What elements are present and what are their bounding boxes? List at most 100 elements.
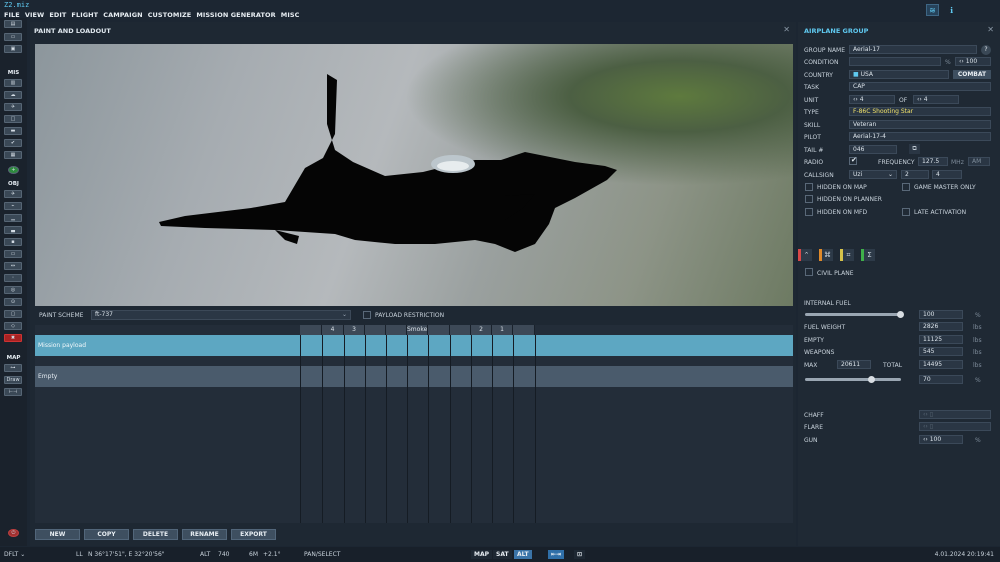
payload-row[interactable]: Empty	[35, 366, 793, 387]
copy-button[interactable]: COPY	[84, 529, 129, 540]
menu-customize[interactable]: CUSTOMIZE	[148, 11, 192, 20]
menu-edit[interactable]: EDIT	[49, 11, 66, 20]
load-slider-knob[interactable]	[868, 376, 876, 383]
menu-misc[interactable]: MISC	[281, 11, 300, 20]
condition-stepper[interactable]: ‹› 100	[955, 57, 991, 66]
delete-unit-icon[interactable]: ✖	[4, 334, 22, 342]
civil-plane-checkbox[interactable]	[805, 268, 813, 276]
condition-slider[interactable]	[849, 57, 941, 66]
power-icon[interactable]: ⏻	[8, 529, 19, 537]
export-button[interactable]: EXPORT	[231, 529, 276, 540]
menu-campaign[interactable]: CAMPAIGN	[103, 11, 142, 20]
flare-stepper[interactable]: ‹› ▯	[919, 422, 991, 431]
alt-view-button[interactable]: ALT	[514, 550, 532, 559]
unit-count-stepper[interactable]: ‹› 4	[913, 95, 959, 104]
menu-flight[interactable]: FLIGHT	[71, 11, 98, 20]
tail-input[interactable]: 046	[849, 145, 897, 154]
ruler-icon[interactable]: ⊢⊣	[4, 388, 22, 396]
add-unit-icon[interactable]: +	[8, 166, 19, 174]
chaff-label: CHAFF	[804, 412, 824, 419]
unit-stepper[interactable]: ‹› 4	[849, 95, 895, 104]
aircraft-preview[interactable]	[35, 44, 793, 306]
rename-button[interactable]: RENAME	[182, 529, 227, 540]
pilot-input[interactable]: Aerial-17-4	[849, 132, 991, 141]
chaff-stepper[interactable]: ‹› ▯	[919, 410, 991, 419]
game-master-only-checkbox[interactable]	[902, 183, 910, 191]
chevron-down-icon: ⌄	[20, 551, 26, 558]
menu-mission-generator[interactable]: MISSION GENERATOR	[196, 11, 275, 20]
copy-icon[interactable]: ⧉	[909, 144, 920, 154]
weather-icon[interactable]: ☁	[4, 91, 22, 99]
status-bar: DFLT ⌄ LL N 36°17'51", E 32°20'56" ALT 7…	[0, 547, 1000, 562]
target-icon[interactable]: ◎	[4, 286, 22, 294]
late-activation-checkbox[interactable]	[902, 208, 910, 216]
resources-icon[interactable]: ▦	[4, 151, 22, 159]
callsign-select[interactable]: Uzi ⌄	[849, 170, 897, 179]
task-select[interactable]: CAP	[849, 82, 991, 91]
callsign-number-1[interactable]: 2	[901, 170, 929, 179]
frequency-input[interactable]: 127.5	[918, 157, 948, 166]
radio-checkbox[interactable]	[849, 156, 857, 165]
close-icon[interactable]: ✕	[987, 25, 994, 34]
static-object-icon[interactable]: ▪	[4, 238, 22, 246]
train-icon[interactable]: ▭	[4, 250, 22, 258]
hidden-on-mfd-checkbox[interactable]	[805, 208, 813, 216]
templates-icon[interactable]: ▢	[4, 310, 22, 318]
help-icon[interactable]: ?	[981, 45, 991, 55]
internal-fuel-slider[interactable]	[805, 313, 901, 316]
gun-stepper[interactable]: ‹› 100	[919, 435, 963, 444]
info-icon[interactable]: ℹ	[945, 4, 958, 16]
payload-row-selected[interactable]: Mission payload	[35, 335, 793, 356]
briefing-icon[interactable]: ▥	[4, 79, 22, 87]
callsign-number-2[interactable]: 4	[932, 170, 962, 179]
sat-view-button[interactable]: SAT	[493, 550, 512, 559]
zone-icon[interactable]: ⊙	[4, 298, 22, 306]
hidden-on-map-checkbox[interactable]	[805, 183, 813, 191]
country-select[interactable]: ■ USA	[849, 70, 949, 79]
combat-button[interactable]: COMBAT	[953, 70, 991, 79]
new-button[interactable]: NEW	[35, 529, 80, 540]
wifi-icon[interactable]: ≋	[926, 4, 939, 16]
menu-view[interactable]: VIEW	[25, 11, 44, 20]
formation-icon[interactable]: ◇	[4, 322, 22, 330]
country-value: USA	[860, 71, 874, 78]
hidden-on-planner-checkbox[interactable]	[805, 195, 813, 203]
group-name-input[interactable]: Aerial-17	[849, 45, 977, 54]
open-folder-icon[interactable]: ▭	[4, 33, 22, 41]
layers-icon[interactable]: ⇤⇥	[548, 550, 565, 559]
airplane-icon[interactable]: ✈	[4, 190, 22, 198]
fuel-slider-knob[interactable]	[897, 311, 904, 318]
load-input[interactable]: 70	[919, 375, 963, 384]
aircraft-group-icon[interactable]: ✈	[4, 103, 22, 111]
vehicle-icon[interactable]: ▃	[4, 226, 22, 234]
save-icon[interactable]: ▣	[4, 45, 22, 53]
route-icon[interactable]: ↭	[4, 262, 22, 270]
summary-tab-icon[interactable]: Σ	[861, 249, 875, 261]
route-tab-icon[interactable]: ⌃	[798, 249, 812, 261]
ship-icon[interactable]: ▁	[4, 214, 22, 222]
paint-scheme-select[interactable]: ft-737 ⌄	[91, 310, 351, 320]
targets-tab-icon[interactable]: ⌗	[840, 249, 854, 261]
new-mission-icon[interactable]: ▤	[4, 20, 22, 28]
check-icon[interactable]: ✔	[4, 139, 22, 147]
mode-value: DFLT	[4, 551, 19, 558]
load-slider[interactable]	[805, 378, 901, 381]
draw-button[interactable]: Draw	[4, 376, 22, 384]
skill-select[interactable]: Veteran	[849, 120, 991, 129]
goals-icon[interactable]: ▬	[4, 127, 22, 135]
total-weight-label: TOTAL	[883, 362, 903, 369]
type-select[interactable]: F-86C Shooting Star	[849, 107, 991, 116]
modulation-select[interactable]: AM	[968, 157, 990, 166]
loadout-tab-icon[interactable]: ⌘	[819, 249, 833, 261]
waypoint-icon[interactable]: ◦	[4, 274, 22, 282]
map-key-icon[interactable]: ⊶	[4, 364, 22, 372]
triggers-icon[interactable]: □	[4, 115, 22, 123]
ruler-icon[interactable]: ⊡	[574, 550, 586, 559]
close-icon[interactable]: ✕	[783, 25, 790, 34]
payload-restriction-checkbox[interactable]	[363, 311, 371, 319]
map-view-button[interactable]: MAP	[471, 550, 493, 559]
mode-select[interactable]: DFLT ⌄	[4, 551, 25, 558]
helicopter-icon[interactable]: ⌁	[4, 202, 22, 210]
internal-fuel-input[interactable]: 100	[919, 310, 963, 319]
delete-button[interactable]: DELETE	[133, 529, 178, 540]
